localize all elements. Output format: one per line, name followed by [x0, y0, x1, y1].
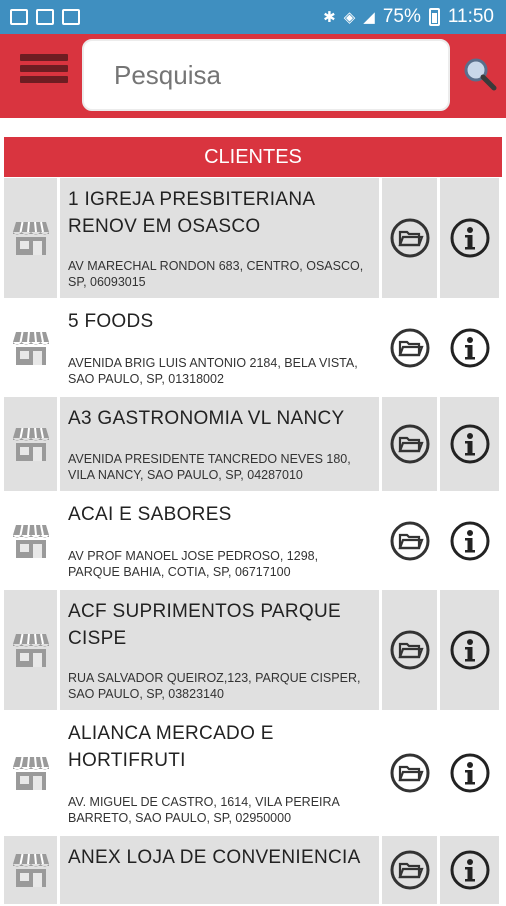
info-icon: [450, 424, 489, 464]
open-folder-button[interactable]: [382, 178, 440, 298]
open-folder-button[interactable]: [382, 590, 440, 710]
store-icon: [4, 300, 60, 395]
info-icon: [450, 753, 489, 793]
client-row[interactable]: A3 GASTRONOMIA VL NANCY AVENIDA PRESIDENT…: [4, 397, 502, 493]
info-icon: [450, 328, 489, 367]
folder-icon: [390, 328, 429, 367]
client-name: 1 IGREJA PRESBITERIANA RENOV EM OSASCO: [68, 189, 315, 237]
client-address: AV MARECHAL RONDON 683, CENTRO, OSASCO, …: [68, 259, 364, 289]
client-info-text[interactable]: ANEX LOJA DE CONVENIENCIA: [60, 836, 382, 904]
info-icon: [450, 218, 489, 258]
folder-icon: [390, 753, 429, 793]
mail-notification-icon: [36, 9, 54, 25]
status-bar: ✱ ◈ ◢ 75% 11:50: [0, 0, 506, 34]
search-button[interactable]: [462, 56, 498, 92]
client-info-text[interactable]: ACAI E SABORES AV PROF MANOEL JOSE PEDROS…: [60, 493, 382, 588]
store-icon: [4, 836, 60, 904]
menu-button[interactable]: [20, 54, 68, 86]
client-list: 1 IGREJA PRESBITERIANA RENOV EM OSASCO AV…: [4, 178, 502, 906]
store-icon: [4, 712, 60, 834]
search-icon: [464, 58, 497, 91]
info-button[interactable]: [440, 300, 499, 395]
client-info-text[interactable]: 1 IGREJA PRESBITERIANA RENOV EM OSASCO AV…: [60, 178, 382, 298]
store-icon: [4, 397, 60, 491]
search-input[interactable]: [82, 39, 450, 111]
store-icon: [4, 493, 60, 588]
client-row[interactable]: 1 IGREJA PRESBITERIANA RENOV EM OSASCO AV…: [4, 178, 502, 300]
info-button[interactable]: [440, 836, 499, 904]
store-icon: [4, 178, 60, 298]
client-row[interactable]: ACF SUPRIMENTOS PARQUE CISPE RUA SALVADOR…: [4, 590, 502, 712]
folder-icon: [390, 424, 429, 464]
client-row[interactable]: 5 FOODS AVENIDA BRIG LUIS ANTONIO 2184, B…: [4, 300, 502, 397]
info-icon: [450, 521, 489, 560]
info-button[interactable]: [440, 712, 499, 834]
store-icon: [4, 590, 60, 710]
folder-icon: [390, 850, 429, 890]
gallery-notification-icon: [10, 9, 28, 25]
client-info-text[interactable]: 5 FOODS AVENIDA BRIG LUIS ANTONIO 2184, B…: [60, 300, 382, 395]
battery-icon: [428, 8, 440, 26]
client-name: ACAI E SABORES: [68, 504, 232, 525]
battery-percent: 75%: [382, 6, 421, 27]
open-folder-button[interactable]: [382, 712, 440, 834]
client-address: AVENIDA PRESIDENTE TANCREDO NEVES 180, V…: [68, 452, 351, 482]
client-row[interactable]: ANEX LOJA DE CONVENIENCIA: [4, 836, 502, 906]
client-name: 5 FOODS: [68, 311, 154, 332]
open-folder-button[interactable]: [382, 300, 440, 395]
client-address: AV PROF MANOEL JOSE PEDROSO, 1298, PARQU…: [68, 549, 319, 579]
client-row[interactable]: ALIANCA MERCADO E HORTIFRUTI AV. MIGUEL D…: [4, 712, 502, 836]
bluetooth-icon: ✱: [323, 9, 336, 26]
folder-icon: [390, 218, 429, 258]
client-name: ACF SUPRIMENTOS PARQUE CISPE: [68, 601, 341, 649]
client-info-text[interactable]: A3 GASTRONOMIA VL NANCY AVENIDA PRESIDENT…: [60, 397, 382, 491]
info-icon: [450, 630, 489, 670]
app-header: [0, 34, 506, 118]
folder-icon: [390, 630, 429, 670]
section-title: CLIENTES: [4, 137, 502, 177]
open-folder-button[interactable]: [382, 836, 440, 904]
client-name: A3 GASTRONOMIA VL NANCY: [68, 408, 345, 429]
info-icon: [450, 850, 489, 890]
info-button[interactable]: [440, 397, 499, 491]
info-button[interactable]: [440, 178, 499, 298]
info-button[interactable]: [440, 590, 499, 710]
open-folder-button[interactable]: [382, 397, 440, 491]
client-address: RUA SALVADOR QUEIROZ,123, PARQUE CISPER,…: [68, 671, 361, 701]
signal-icon: ◢: [363, 9, 375, 26]
clock: 11:50: [447, 6, 494, 27]
open-folder-button[interactable]: [382, 493, 440, 588]
client-address: AVENIDA BRIG LUIS ANTONIO 2184, BELA VIS…: [68, 356, 358, 386]
client-row[interactable]: ACAI E SABORES AV PROF MANOEL JOSE PEDROS…: [4, 493, 502, 590]
menu-icon: [20, 54, 68, 61]
client-name: ANEX LOJA DE CONVENIENCIA: [68, 847, 361, 868]
info-button[interactable]: [440, 493, 499, 588]
client-address: AV. MIGUEL DE CASTRO, 1614, VILA PEREIRA…: [68, 795, 340, 825]
app-notification-icon: [62, 9, 80, 25]
client-name: ALIANCA MERCADO E HORTIFRUTI: [68, 723, 274, 771]
client-info-text[interactable]: ACF SUPRIMENTOS PARQUE CISPE RUA SALVADOR…: [60, 590, 382, 710]
client-info-text[interactable]: ALIANCA MERCADO E HORTIFRUTI AV. MIGUEL D…: [60, 712, 382, 834]
wifi-icon: ◈: [343, 9, 356, 26]
folder-icon: [390, 521, 429, 560]
